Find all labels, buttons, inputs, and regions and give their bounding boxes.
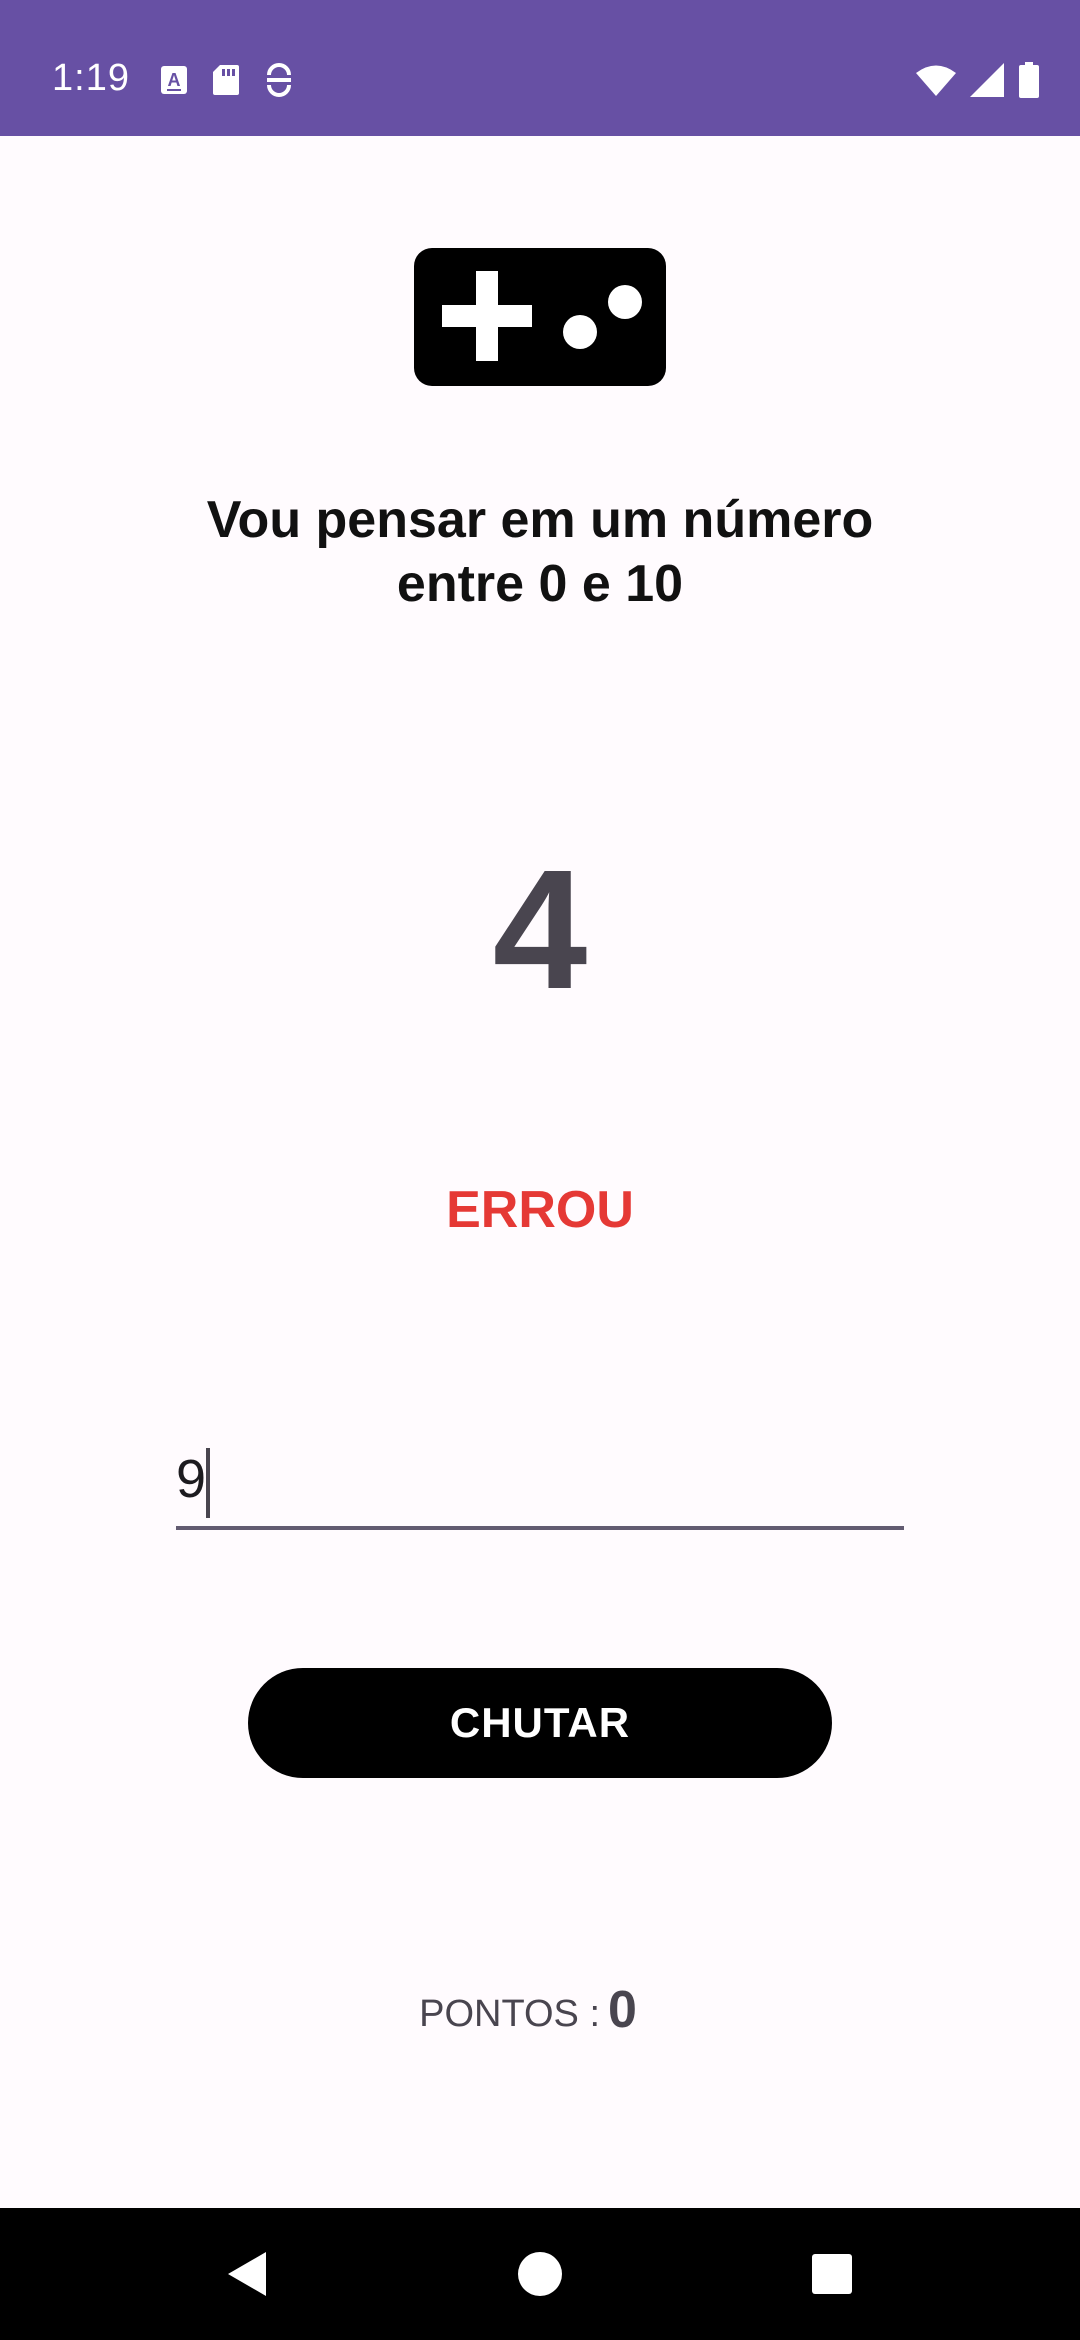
recents-icon[interactable] xyxy=(802,2244,862,2304)
battery-icon xyxy=(1018,61,1040,103)
signal-icon xyxy=(970,62,1004,102)
prompt-line-2: entre 0 e 10 xyxy=(396,555,684,613)
home-icon[interactable] xyxy=(510,2244,570,2304)
sync-icon xyxy=(264,62,294,102)
score-value: 0 xyxy=(608,1981,637,2039)
navigation-bar xyxy=(0,2208,1080,2340)
guess-field[interactable] xyxy=(176,1432,904,1530)
status-icons-left: A xyxy=(160,62,294,102)
guess-button[interactable]: CHUTAR xyxy=(248,1668,832,1778)
result-text: ERROU xyxy=(446,1181,634,1239)
score-label: PONTOS : xyxy=(419,1993,600,2035)
sd-card-icon xyxy=(212,64,240,101)
game-prompt: Vou pensar em um número entre 0 e 10 xyxy=(140,488,940,616)
status-bar: 1:19 A xyxy=(0,0,1080,136)
font-icon: A xyxy=(160,65,188,100)
gamepad-icon xyxy=(414,248,666,386)
back-icon[interactable] xyxy=(218,2244,278,2304)
svg-text:A: A xyxy=(168,70,181,90)
secret-number: 4 xyxy=(492,835,588,1025)
status-icons-right xyxy=(916,61,1040,103)
prompt-line-1: Vou pensar em um número xyxy=(206,491,874,549)
status-time: 1:19 xyxy=(52,57,130,99)
wifi-icon xyxy=(916,64,956,101)
text-cursor xyxy=(206,1448,210,1518)
guess-input[interactable] xyxy=(176,1432,904,1526)
